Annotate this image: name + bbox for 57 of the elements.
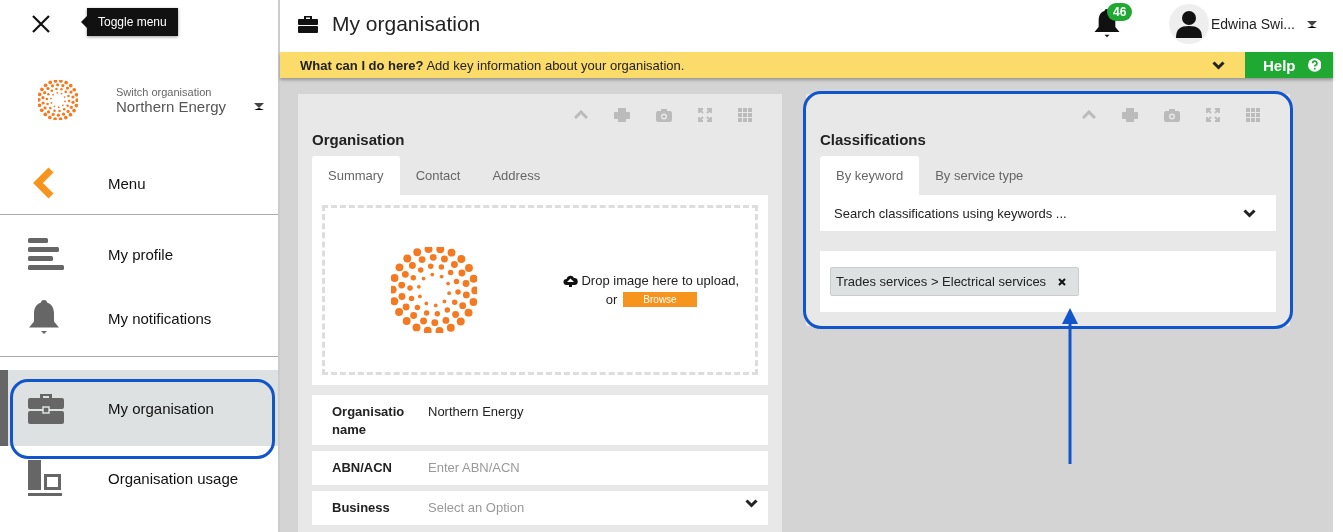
- collapse-icon[interactable]: [574, 110, 588, 120]
- camera-icon[interactable]: [1164, 108, 1180, 122]
- chevron-down-icon[interactable]: [1212, 60, 1225, 70]
- sidebar-item[interactable]: My organisation: [0, 370, 278, 446]
- field-label: Business: [332, 499, 391, 517]
- menu-label[interactable]: Menu: [108, 174, 146, 192]
- chevron-down-icon[interactable]: [1243, 208, 1256, 218]
- image-drop-zone[interactable]: Drop image here to upload, or Browse: [322, 205, 758, 375]
- chevron-left-icon[interactable]: [32, 167, 54, 199]
- tab[interactable]: Summary: [312, 156, 400, 195]
- sidebar-item-label: My profile: [108, 245, 174, 263]
- bell-icon: [28, 300, 60, 336]
- tag-label: Trades services > Electrical services: [836, 274, 1047, 289]
- tab[interactable]: By service type: [919, 156, 1040, 195]
- sunburst-logo: [38, 80, 78, 120]
- avatar-icon[interactable]: [1168, 4, 1209, 44]
- panel-title: Classifications: [820, 131, 927, 148]
- close-button[interactable]: [32, 15, 50, 33]
- tab[interactable]: Contact: [399, 156, 477, 195]
- grid-icon[interactable]: [1246, 108, 1260, 122]
- sidebar-item[interactable]: Organisation usage: [0, 446, 278, 510]
- organisation-switcher[interactable]: Northern Energy: [116, 97, 227, 115]
- field-label: Organisatio name: [332, 403, 406, 439]
- tab[interactable]: By keyword: [820, 156, 920, 195]
- notification-badge: 46: [1106, 3, 1133, 21]
- upload-cloud-icon: [563, 274, 579, 287]
- question-icon: [1307, 58, 1321, 72]
- grid-icon[interactable]: [738, 108, 752, 122]
- upload-hint: Drop image here to upload,: [581, 273, 739, 288]
- sidebar-item-label: My notifications: [108, 309, 212, 327]
- sidebar-item-label: Organisation usage: [108, 469, 239, 487]
- tooltip: Toggle menu: [87, 8, 178, 36]
- sidebar-item-label: My organisation: [108, 399, 214, 417]
- user-name[interactable]: Edwina Swi...: [1210, 16, 1295, 32]
- camera-icon[interactable]: [656, 108, 672, 122]
- lines-icon: [28, 238, 64, 270]
- briefcase-icon: [28, 392, 64, 424]
- field-label: ABN/ACN: [332, 459, 393, 477]
- expand-icon[interactable]: [1206, 108, 1220, 122]
- collapse-icon[interactable]: [1082, 110, 1096, 120]
- input-field[interactable]: Northern Energy: [428, 403, 758, 421]
- close-icon: [32, 15, 50, 33]
- page-title: My organisation: [332, 12, 482, 36]
- briefcase-icon: [298, 15, 318, 33]
- sidebar-item[interactable]: My notifications: [0, 286, 278, 350]
- sidebar-item[interactable]: My profile: [0, 222, 278, 286]
- panel-title: Organisation: [312, 131, 406, 148]
- chevron-down-icon[interactable]: [745, 499, 758, 508]
- or-label: or: [605, 292, 618, 307]
- search-placeholder: Search classifications using keywords ...: [834, 205, 1067, 221]
- info-text: What can I do here? Add key information about your organisation.: [300, 57, 686, 73]
- search-field[interactable]: Search classifications using keywords ...: [820, 195, 1276, 231]
- tab[interactable]: Address: [476, 156, 557, 195]
- expand-icon[interactable]: [698, 108, 712, 122]
- switch-organisation-label: Switch organisation: [116, 85, 213, 98]
- usage-icon: [28, 460, 64, 496]
- remove-icon[interactable]: [1058, 277, 1067, 286]
